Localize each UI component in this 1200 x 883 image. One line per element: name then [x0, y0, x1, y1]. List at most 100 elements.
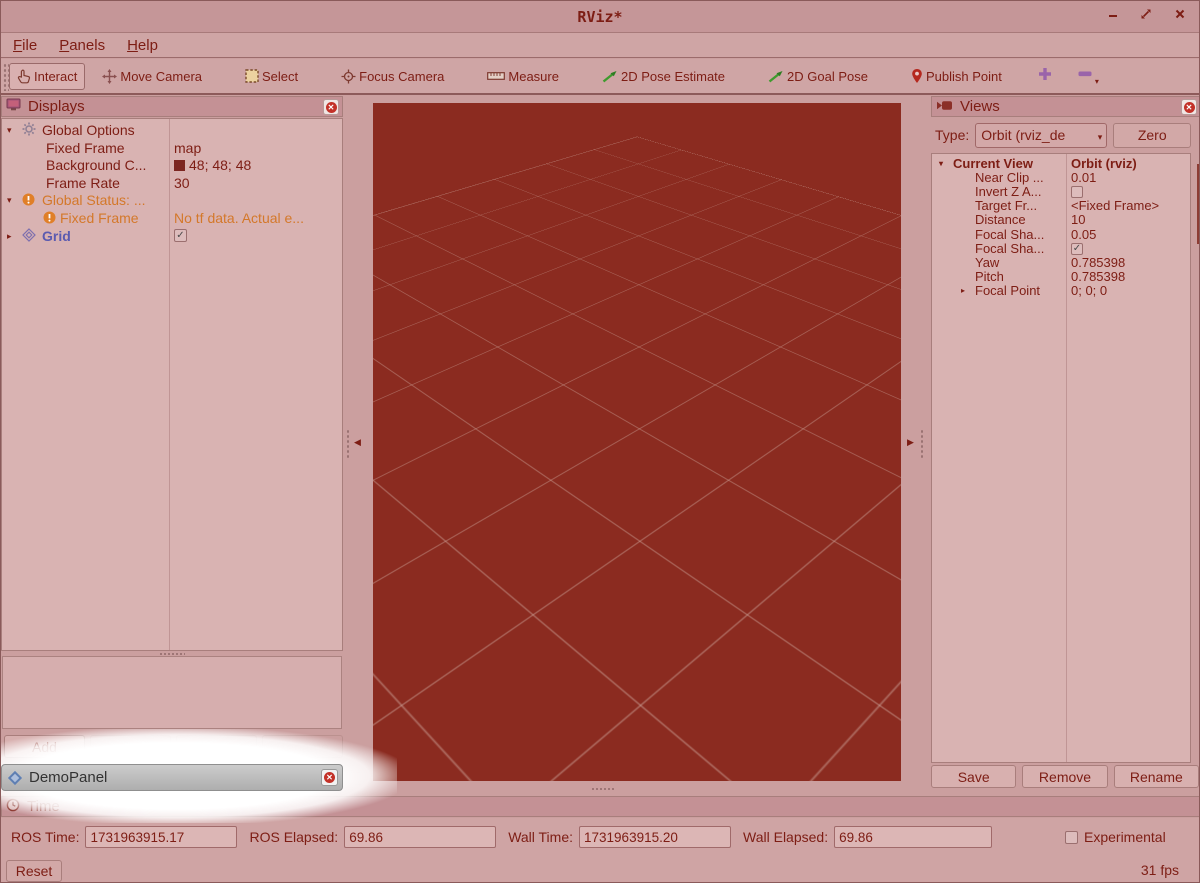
reset-button[interactable]: Reset	[6, 860, 62, 882]
view-value-text: 0; 0; 0	[1071, 284, 1107, 298]
display-row-value: 48; 48; 48	[174, 156, 340, 174]
display-row-grid[interactable]: ▸ Grid ✓	[2, 227, 342, 245]
tool-2d-goal-pose[interactable]: 2D Goal Pose	[760, 63, 876, 90]
collapse-left-icon[interactable]: ◀	[354, 437, 361, 448]
tool-measure[interactable]: Measure	[479, 63, 567, 90]
views-panel-header[interactable]: Views ✕	[931, 96, 1200, 117]
maximize-icon[interactable]	[1135, 7, 1157, 27]
view-row-value: 0.05	[1071, 228, 1188, 242]
experimental-option[interactable]: Experimental	[1065, 829, 1166, 845]
display-row-fixed-frame[interactable]: Fixed Framemap	[2, 139, 342, 157]
selection-box-icon	[245, 69, 259, 83]
remove-tool-button[interactable]: ▾	[1077, 66, 1099, 87]
view-row-pitch[interactable]: Pitch0.785398	[932, 270, 1190, 284]
view-value-text: Orbit (rviz)	[1071, 157, 1137, 171]
view-row-label: Near Clip ...	[975, 171, 1062, 185]
view-row-focal-sha[interactable]: Focal Sha...✓	[932, 242, 1190, 256]
3d-viewport[interactable]	[373, 103, 901, 781]
add-button[interactable]: Add	[4, 735, 85, 758]
clock-icon	[6, 798, 20, 816]
display-row-global-status[interactable]: ▾Global Status: ...	[2, 191, 342, 209]
view-row-focal-sha[interactable]: Focal Sha...0.05	[932, 228, 1190, 242]
demo-panel-title: DemoPanel	[29, 769, 107, 786]
view-property-checkbox[interactable]	[1071, 186, 1083, 198]
bottom-splitter-handle[interactable]	[591, 787, 615, 791]
view-row-yaw[interactable]: Yaw0.785398	[932, 256, 1190, 270]
view-property-checkbox[interactable]: ✓	[1071, 243, 1083, 255]
tool-interact[interactable]: Interact	[9, 63, 85, 90]
toolbar-drag-handle[interactable]	[3, 63, 9, 91]
experimental-checkbox[interactable]	[1065, 831, 1078, 844]
view-row-value: ✓	[1071, 242, 1188, 256]
window-title: RViz*	[1, 8, 1199, 26]
display-row-label: Global Options	[42, 121, 164, 139]
ros-elapsed-field[interactable]	[344, 826, 496, 848]
displays-tree[interactable]: ▾ Global OptionsFixed FramemapBackground …	[1, 118, 343, 651]
views-buttons-row: Save Remove Rename	[931, 765, 1199, 788]
minimize-icon[interactable]	[1102, 7, 1124, 27]
displays-close-icon[interactable]: ✕	[323, 99, 339, 115]
right-splitter[interactable]	[920, 429, 924, 459]
menu-panels[interactable]: Panels	[59, 37, 105, 54]
view-row-value	[1071, 185, 1188, 199]
display-row-value: ✓	[174, 227, 340, 245]
expanded-arrow-icon[interactable]: ▾	[7, 191, 12, 209]
display-row-global-options[interactable]: ▾ Global Options	[2, 121, 342, 139]
tool-label: 2D Goal Pose	[787, 69, 868, 84]
close-icon[interactable]	[1169, 7, 1191, 27]
time-panel-body: ROS Time:ROS Elapsed:Wall Time:Wall Elap…	[1, 818, 1200, 883]
collapse-right-icon[interactable]: ▶	[907, 437, 914, 448]
menu-file[interactable]: File	[13, 37, 37, 54]
left-splitter[interactable]	[346, 429, 350, 459]
demo-panel-close-icon[interactable]: ✕	[321, 769, 338, 786]
view-row-distance[interactable]: Distance10	[932, 213, 1190, 227]
display-row-background-c[interactable]: Background C...48; 48; 48	[2, 156, 342, 174]
view-row-near-clip[interactable]: Near Clip ...0.01	[932, 171, 1190, 185]
rename-button: Rename	[262, 735, 343, 758]
wall-time-field[interactable]	[579, 826, 731, 848]
display-row-frame-rate[interactable]: Frame Rate30	[2, 174, 342, 192]
fps-counter: 31 fps	[1141, 862, 1179, 878]
display-enabled-checkbox[interactable]: ✓	[174, 229, 187, 242]
display-row-label: Grid	[42, 227, 164, 245]
views-close-icon[interactable]: ✕	[1181, 99, 1197, 115]
display-row-fixed-frame[interactable]: Fixed FrameNo tf data. Actual e...	[2, 209, 342, 227]
demo-panel-header[interactable]: DemoPanel ✕	[1, 764, 343, 791]
ros-time-field[interactable]	[85, 826, 237, 848]
view-row-focal-point[interactable]: ▸Focal Point0; 0; 0	[932, 284, 1190, 298]
collapsed-arrow-icon[interactable]: ▸	[7, 227, 12, 245]
view-row-current-view[interactable]: ▾ Current View Orbit (rviz)	[932, 157, 1190, 171]
expanded-arrow-icon[interactable]: ▾	[939, 157, 943, 171]
menu-help[interactable]: Help	[127, 37, 158, 54]
tool-focus-camera[interactable]: Focus Camera	[333, 63, 452, 90]
toolbar: Interact Move Camera Select Focus Camera Mea…	[1, 59, 1199, 95]
time-panel-header[interactable]: Time	[1, 796, 1200, 817]
tool-label: Publish Point	[926, 69, 1002, 84]
warning-icon	[22, 192, 35, 210]
views-tree[interactable]: ▾Current ViewOrbit (rviz)Near Clip ...0.…	[931, 153, 1191, 763]
view-type-dropdown[interactable]: Orbit (rviz_de ▾	[975, 123, 1107, 148]
tool-2d-pose-estimate[interactable]: 2D Pose Estimate	[594, 63, 733, 90]
view-type-value: Orbit (rviz_de	[981, 127, 1065, 143]
displays-panel-icon	[6, 98, 21, 115]
remove-view-button[interactable]: Remove	[1022, 765, 1107, 788]
rename-view-button[interactable]: Rename	[1114, 765, 1199, 788]
displays-panel-header[interactable]: Displays ✕	[1, 96, 343, 117]
expanded-arrow-icon[interactable]: ▾	[7, 121, 12, 139]
view-row-target-fr[interactable]: Target Fr...<Fixed Frame>	[932, 199, 1190, 213]
add-tool-button[interactable]	[1037, 66, 1053, 87]
wall-elapsed-field[interactable]	[834, 826, 992, 848]
save-view-button[interactable]: Save	[931, 765, 1016, 788]
tool-publish-point[interactable]: Publish Point	[903, 62, 1010, 90]
tool-label: Interact	[34, 69, 77, 84]
collapsed-arrow-icon[interactable]: ▸	[961, 284, 965, 298]
view-value-text: 0.785398	[1071, 256, 1125, 270]
tool-select[interactable]: Select	[237, 63, 306, 90]
menu-bar: File Panels Help	[1, 33, 1199, 58]
title-bar[interactable]: RViz*	[1, 1, 1199, 33]
zero-button[interactable]: Zero	[1113, 123, 1191, 148]
tool-move-camera[interactable]: Move Camera	[94, 63, 210, 90]
view-row-invert-z-a[interactable]: Invert Z A...	[932, 185, 1190, 199]
view-row-label: Current View	[953, 157, 1062, 171]
tool-label: Move Camera	[120, 69, 202, 84]
